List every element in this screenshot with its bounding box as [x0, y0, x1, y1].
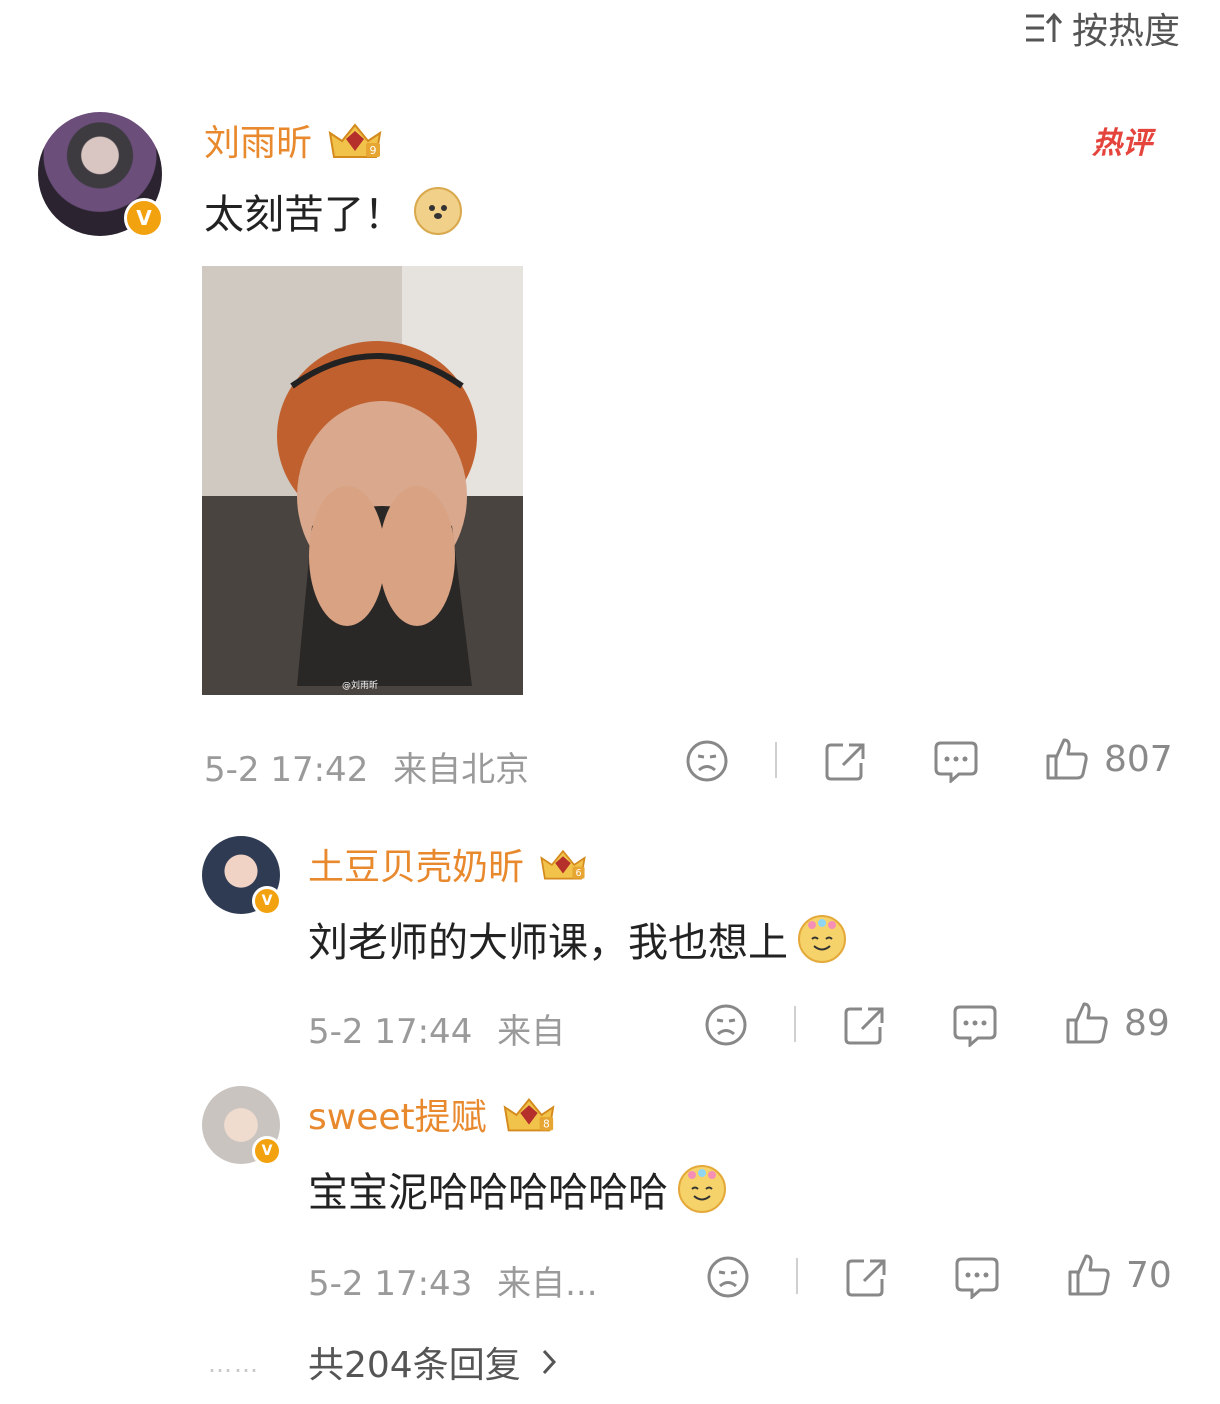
- reply-username-row: 土豆贝壳奶昕 6: [308, 838, 588, 890]
- main-meta: 5-2 17:42 来自北京: [204, 742, 529, 791]
- sort-icon: [1025, 12, 1063, 42]
- divider: [775, 742, 777, 778]
- dislike-button[interactable]: [703, 1002, 749, 1048]
- doge-emoji-icon: [414, 187, 462, 235]
- reply-meta: 5-2 17:43 来自...: [308, 1256, 598, 1305]
- sad-face-icon: [686, 740, 728, 782]
- reply-button[interactable]: [951, 1002, 999, 1048]
- share-icon: [825, 743, 865, 781]
- reply-avatar-wrap[interactable]: V: [202, 1086, 282, 1166]
- like-button[interactable]: 807: [1044, 736, 1173, 782]
- username[interactable]: 刘雨昕: [204, 114, 312, 166]
- comment-text: 太刻苦了！: [204, 192, 404, 238]
- like-button[interactable]: 70: [1066, 1252, 1172, 1298]
- timestamp: 5-2 17:42: [204, 750, 369, 790]
- divider: [794, 1006, 796, 1042]
- share-icon: [846, 1259, 886, 1297]
- image-watermark: @刘雨昕: [342, 681, 379, 691]
- like-button[interactable]: 89: [1064, 1000, 1170, 1046]
- flower-smile-emoji-icon: [798, 915, 846, 963]
- reply-button[interactable]: [953, 1254, 1001, 1300]
- crown-level-icon: 9: [328, 123, 382, 158]
- timestamp: 5-2 17:44: [308, 1012, 473, 1052]
- view-all-replies-link[interactable]: 共204条回复: [308, 1336, 559, 1388]
- username[interactable]: sweet提赋: [308, 1088, 487, 1140]
- reply-text: 宝宝泥哈哈哈哈哈哈: [308, 1170, 668, 1216]
- crown-level-icon: 6: [540, 849, 586, 880]
- like-count: 70: [1126, 1254, 1172, 1296]
- comment-bubble-icon: [953, 1005, 997, 1047]
- reply-meta: 5-2 17:44 来自: [308, 1004, 565, 1053]
- share-button[interactable]: [822, 738, 868, 784]
- thumbs-up-icon: [1068, 1254, 1110, 1296]
- timestamp: 5-2 17:43: [308, 1264, 473, 1304]
- verified-badge-icon: V: [252, 1136, 282, 1166]
- comment-bubble-icon: [934, 741, 978, 783]
- flower-smile-emoji-icon: [678, 1165, 726, 1213]
- verified-badge-icon: V: [124, 198, 164, 238]
- main-comment-text-row: 太刻苦了！: [204, 182, 462, 240]
- crown-level-number: 6: [576, 868, 582, 879]
- share-button[interactable]: [841, 1002, 887, 1048]
- dislike-button[interactable]: [684, 738, 730, 784]
- reply-username-row: sweet提赋 8: [308, 1088, 557, 1140]
- reply-avatar-wrap[interactable]: V: [202, 836, 282, 916]
- comment-image[interactable]: @刘雨昕: [202, 266, 523, 695]
- sad-face-icon: [705, 1004, 747, 1046]
- like-count: 807: [1104, 738, 1173, 780]
- location: 来自: [497, 1012, 566, 1052]
- reply-text-row: 宝宝泥哈哈哈哈哈哈: [308, 1160, 726, 1218]
- sad-face-icon: [707, 1256, 749, 1298]
- more-dots: ……: [208, 1350, 260, 1378]
- main-username-row: 刘雨昕 9: [204, 114, 384, 166]
- hot-comment-label: 热评: [1092, 126, 1152, 161]
- sort-label: 按热度: [1071, 11, 1180, 52]
- all-replies-label: 共204条回复: [308, 1345, 521, 1386]
- verified-badge-icon: V: [252, 886, 282, 916]
- chevron-right-icon: [542, 1349, 556, 1375]
- crown-level-number: 9: [370, 144, 377, 157]
- reply-text: 刘老师的大师课，我也想上: [308, 920, 788, 966]
- comment-bubble-icon: [955, 1257, 999, 1299]
- location: 来自北京: [393, 750, 530, 790]
- share-button[interactable]: [843, 1254, 889, 1300]
- photo-illustration: [202, 266, 523, 695]
- reply-text-row: 刘老师的大师课，我也想上: [308, 910, 846, 968]
- like-count: 89: [1124, 1002, 1170, 1044]
- divider: [796, 1258, 798, 1294]
- crown-level-icon: 8: [503, 1097, 555, 1132]
- main-avatar-wrap[interactable]: V: [38, 112, 164, 238]
- sort-by-hot-button[interactable]: 按热度: [1024, 2, 1180, 54]
- share-icon: [844, 1007, 884, 1045]
- username[interactable]: 土豆贝壳奶昕: [308, 838, 524, 890]
- reply-button[interactable]: [932, 738, 980, 784]
- dislike-button[interactable]: [705, 1254, 751, 1300]
- thumbs-up-icon: [1066, 1002, 1108, 1044]
- crown-level-number: 8: [543, 1118, 550, 1131]
- location: 来自...: [497, 1264, 598, 1304]
- thumbs-up-icon: [1046, 738, 1088, 780]
